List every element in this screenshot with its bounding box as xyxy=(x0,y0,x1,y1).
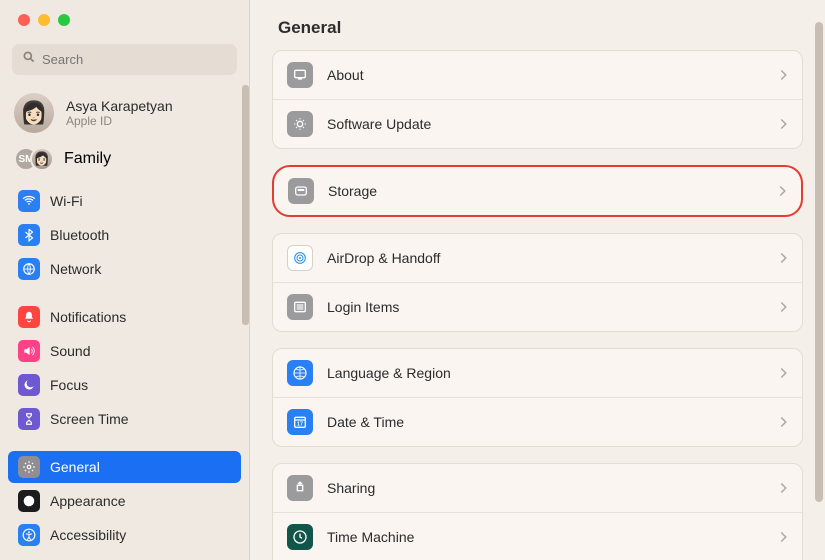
settings-row-label: Sharing xyxy=(327,480,765,496)
settings-row-label: AirDrop & Handoff xyxy=(327,250,765,266)
search-field[interactable] xyxy=(12,44,237,75)
accessibility-icon xyxy=(18,524,40,546)
disk-icon xyxy=(288,178,314,204)
settings-row-label: Time Machine xyxy=(327,529,765,545)
settings-group: About Software Update xyxy=(272,50,803,149)
settings-row-label: Storage xyxy=(328,183,764,199)
wifi-icon xyxy=(18,190,40,212)
chevron-right-icon xyxy=(779,68,788,82)
account-name: Asya Karapetyan xyxy=(66,98,173,114)
settings-row-login-items[interactable]: Login Items xyxy=(273,282,802,331)
sidebar-item-label: Notifications xyxy=(50,309,126,325)
sidebar-scrollbar[interactable] xyxy=(242,85,249,325)
speaker-icon xyxy=(18,340,40,362)
window-controls xyxy=(0,0,249,38)
settings-row-label: Login Items xyxy=(327,299,765,315)
sidebar-item-focus[interactable]: Focus xyxy=(8,369,241,401)
settings-row-about[interactable]: About xyxy=(273,51,802,99)
family-label: Family xyxy=(64,150,111,168)
sidebar-item-accessibility[interactable]: Accessibility xyxy=(8,519,241,551)
sidebar-item-wifi[interactable]: Wi-Fi xyxy=(8,185,241,217)
sidebar-item-label: Appearance xyxy=(50,493,126,509)
sidebar-item-label: Focus xyxy=(50,377,88,393)
settings-row-software-update[interactable]: Software Update xyxy=(273,99,802,148)
settings-row-storage[interactable]: Storage xyxy=(274,167,801,215)
bluetooth-icon xyxy=(18,224,40,246)
settings-row-airdrop[interactable]: AirDrop & Handoff xyxy=(273,234,802,282)
settings-row-sharing[interactable]: Sharing xyxy=(273,464,802,512)
sidebar-item-label: Wi-Fi xyxy=(50,193,83,209)
account-text: Asya Karapetyan Apple ID xyxy=(66,98,173,128)
bell-icon xyxy=(18,306,40,328)
main-scrollbar[interactable] xyxy=(815,22,823,502)
moon-icon xyxy=(18,374,40,396)
chevron-right-icon xyxy=(779,251,788,265)
search-input[interactable] xyxy=(42,52,227,67)
settings-group: Storage xyxy=(272,165,803,217)
settings-row-timemachine[interactable]: Time Machine xyxy=(273,512,802,560)
family-icons: SM 👩🏻 xyxy=(14,147,54,171)
hourglass-icon xyxy=(18,408,40,430)
sidebar: 👩🏻 Asya Karapetyan Apple ID SM 👩🏻 Family… xyxy=(0,0,250,560)
sidebar-item-notifications[interactable]: Notifications xyxy=(8,301,241,333)
sidebar-item-sound[interactable]: Sound xyxy=(8,335,241,367)
appearance-icon xyxy=(18,490,40,512)
search-icon xyxy=(22,50,42,69)
calendar-icon xyxy=(287,409,313,435)
chevron-right-icon xyxy=(779,366,788,380)
globe-icon xyxy=(18,258,40,280)
sharing-icon xyxy=(287,475,313,501)
sidebar-item-appearance[interactable]: Appearance xyxy=(8,485,241,517)
settings-group: Language & Region Date & Time xyxy=(272,348,803,447)
settings-row-label: Software Update xyxy=(327,116,765,132)
sidebar-item-label: General xyxy=(50,459,100,475)
chevron-right-icon xyxy=(779,117,788,131)
sidebar-item-label: Screen Time xyxy=(50,411,129,427)
page-title: General xyxy=(250,0,825,46)
search-container xyxy=(0,38,249,85)
sidebar-list: Wi-Fi Bluetooth Network Notifications Sound F… xyxy=(0,181,249,557)
settings-group: SharingTime MachineTransfer or Reset xyxy=(272,463,803,560)
minimize-window-button[interactable] xyxy=(38,14,50,26)
mac-icon xyxy=(287,62,313,88)
list-icon xyxy=(287,294,313,320)
family-row[interactable]: SM 👩🏻 Family xyxy=(0,141,249,181)
chevron-right-icon xyxy=(779,481,788,495)
settings-row-label: Date & Time xyxy=(327,414,765,430)
zoom-window-button[interactable] xyxy=(58,14,70,26)
airdrop-icon xyxy=(287,245,313,271)
sidebar-item-general[interactable]: General xyxy=(8,451,241,483)
sidebar-item-label: Bluetooth xyxy=(50,227,109,243)
refresh-gear-icon xyxy=(287,111,313,137)
close-window-button[interactable] xyxy=(18,14,30,26)
gear-icon xyxy=(18,456,40,478)
sidebar-item-label: Sound xyxy=(50,343,90,359)
settings-row-label: About xyxy=(327,67,765,83)
settings-row-label: Language & Region xyxy=(327,365,765,381)
main-content: About Software Update Storage AirDrop & Han… xyxy=(250,46,825,560)
sidebar-item-screentime[interactable]: Screen Time xyxy=(8,403,241,435)
settings-row-datetime[interactable]: Date & Time xyxy=(273,397,802,446)
sidebar-scroll[interactable]: 👩🏻 Asya Karapetyan Apple ID SM 👩🏻 Family… xyxy=(0,85,249,560)
settings-group: AirDrop & Handoff Login Items xyxy=(272,233,803,332)
account-subtitle: Apple ID xyxy=(66,114,173,128)
avatar: 👩🏻 xyxy=(14,93,54,133)
clock-icon xyxy=(287,524,313,550)
sidebar-item-bluetooth[interactable]: Bluetooth xyxy=(8,219,241,251)
family-avatar-icon: 👩🏻 xyxy=(30,147,54,171)
main-panel: General About Software Update Storage AirDr… xyxy=(250,0,825,560)
chevron-right-icon xyxy=(779,415,788,429)
apple-id-row[interactable]: 👩🏻 Asya Karapetyan Apple ID xyxy=(0,85,249,141)
settings-row-language[interactable]: Language & Region xyxy=(273,349,802,397)
sidebar-item-network[interactable]: Network xyxy=(8,253,241,285)
sidebar-item-label: Accessibility xyxy=(50,527,126,543)
globe-grid-icon xyxy=(287,360,313,386)
chevron-right-icon xyxy=(779,530,788,544)
sidebar-item-label: Network xyxy=(50,261,101,277)
chevron-right-icon xyxy=(779,300,788,314)
chevron-right-icon xyxy=(778,184,787,198)
